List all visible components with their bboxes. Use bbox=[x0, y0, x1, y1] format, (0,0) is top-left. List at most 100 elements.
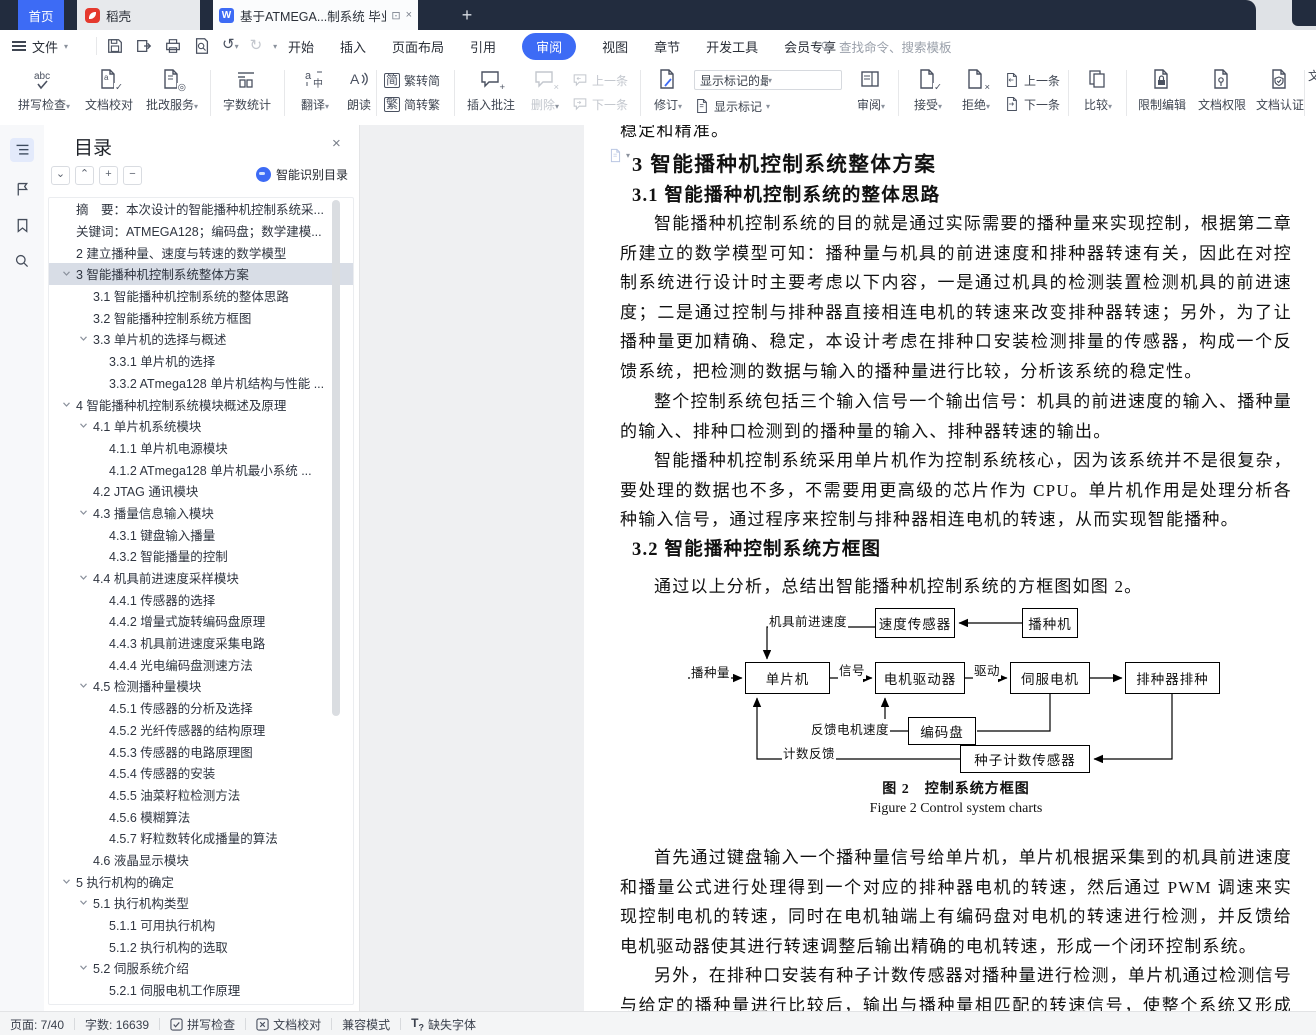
tab-document[interactable]: W 基于ATMEGA...制系统 毕业论文 ⊡ × bbox=[213, 0, 418, 30]
toc-item[interactable]: 4.4.4 光电编码盘测速方法 bbox=[49, 653, 353, 675]
new-tab-button[interactable]: + bbox=[455, 3, 479, 27]
read-aloud-button[interactable]: A 朗读 bbox=[340, 67, 378, 113]
missing-font-warning[interactable]: T? 缺失字体 bbox=[411, 1016, 476, 1033]
toc-item[interactable]: 4.4 机具前进速度采样模块 bbox=[49, 567, 353, 589]
toc-item[interactable]: 5.2.1 伺服电机工作原理 bbox=[49, 979, 353, 1001]
present-icon[interactable]: ⊡ bbox=[391, 9, 400, 22]
print-icon[interactable] bbox=[164, 37, 182, 55]
doc-certify-button[interactable]: 文档认证 bbox=[1252, 67, 1308, 113]
tab-review[interactable]: 审阅 bbox=[522, 32, 577, 60]
review-flag-button[interactable] bbox=[10, 177, 34, 201]
toc-item[interactable]: 4.3 播量信息输入模块 bbox=[49, 502, 353, 524]
redo-icon[interactable]: ↻ bbox=[250, 37, 263, 55]
toc-item[interactable]: 4.4.2 增量式旋转编码盘原理 bbox=[49, 610, 353, 632]
accept-change-button[interactable]: ✓ 接受▾ bbox=[906, 67, 950, 113]
toc-item[interactable]: 4.1.2 ATmega128 单片机最小系统 ... bbox=[49, 458, 353, 480]
toc-item[interactable]: 5.1.2 执行机构的选取 bbox=[49, 935, 353, 957]
toc-scrollbar-thumb[interactable] bbox=[332, 200, 340, 716]
word-count-indicator[interactable]: 字数: 16639 bbox=[85, 1016, 149, 1033]
toc-item[interactable]: 4.5.3 传感器的电路原理图 bbox=[49, 740, 353, 762]
doc-permission-button[interactable]: 文档权限 bbox=[1194, 67, 1250, 113]
toc-item[interactable]: 3.3 单片机的选择与概述 bbox=[49, 328, 353, 350]
tab-insert[interactable]: 插入 bbox=[340, 37, 366, 56]
toc-item[interactable]: 5 执行机构的确定 bbox=[49, 870, 353, 892]
tab-start[interactable]: 开始 bbox=[288, 37, 314, 56]
reject-change-button[interactable]: × 拒绝▾ bbox=[954, 67, 998, 113]
toc-item[interactable]: 摘 要：本次设计的智能播种机控制系统采... bbox=[49, 198, 353, 220]
toc-item[interactable]: 4.4.1 传感器的选择 bbox=[49, 588, 353, 610]
export-icon[interactable] bbox=[135, 37, 153, 55]
toc-item[interactable]: 4.3.2 智能播量的控制 bbox=[49, 545, 353, 567]
toc-item[interactable]: 4.5.7 籽粒数转化成播量的算法 bbox=[49, 827, 353, 849]
command-search[interactable]: 查找命令、搜索模板 bbox=[820, 30, 952, 62]
customize-toolbar-icon[interactable]: ▾ bbox=[273, 42, 277, 51]
toc-item[interactable]: 3.2 智能播种控制系统方框图 bbox=[49, 306, 353, 328]
toc-pane-button[interactable] bbox=[10, 138, 34, 162]
track-changes-button[interactable]: 修订▾ bbox=[648, 67, 688, 113]
file-menu-button[interactable]: 文件 ▾ bbox=[12, 30, 68, 62]
restrict-editing-button[interactable]: 限制编辑 bbox=[1134, 67, 1190, 113]
collapse-all-button[interactable]: ⌃ bbox=[75, 166, 94, 185]
toc-item[interactable]: 4.1 单片机系统模块 bbox=[49, 415, 353, 437]
word-count-button[interactable]: 字数统计 bbox=[218, 67, 276, 113]
clipped-ribbon-item[interactable]: 文 bbox=[1308, 67, 1316, 84]
tab-home[interactable]: 首页 bbox=[18, 0, 64, 30]
toc-item[interactable]: 4.6 液晶显示模块 bbox=[49, 849, 353, 871]
undo-icon[interactable]: ↺▾ bbox=[222, 36, 239, 56]
doc-proof-button[interactable]: a ✓ 文档校对 bbox=[80, 67, 138, 113]
toc-item[interactable]: 5.2 伺服系统介绍 bbox=[49, 957, 353, 979]
toc-item[interactable]: 4 智能播种机控制系统模块概述及原理 bbox=[49, 393, 353, 415]
simplified-to-traditional-button[interactable]: 繁简转繁 bbox=[384, 94, 440, 114]
traditional-to-simplified-button[interactable]: 简繁转简 bbox=[384, 70, 440, 90]
prev-change-button[interactable]: 上一条 bbox=[1004, 70, 1060, 90]
toc-item[interactable]: 4.5.2 光纤传感器的结构原理 bbox=[49, 719, 353, 741]
toc-item[interactable]: 4.3.1 键盘输入播量 bbox=[49, 523, 353, 545]
toc-item[interactable]: 3 智能播种机控制系统整体方案 bbox=[49, 263, 353, 285]
toc-item[interactable]: 5.1.1 可用执行机构 bbox=[49, 914, 353, 936]
grading-service-button[interactable]: ◎ 批改服务▾ bbox=[140, 67, 204, 113]
toc-item[interactable]: 4.5.5 油菜籽粒检测方法 bbox=[49, 784, 353, 806]
toc-item[interactable]: 4.5 检测播种量模块 bbox=[49, 675, 353, 697]
tab-page-layout[interactable]: 页面布局 bbox=[392, 37, 444, 56]
toc-item[interactable]: 4.5.4 传感器的安装 bbox=[49, 762, 353, 784]
review-pane-button[interactable]: 审阅▾ bbox=[848, 67, 894, 113]
document-page[interactable]: ▾ 稳定和精准。 3 智能播种机控制系统整体方案 3.1 智能播种机控制系统的整… bbox=[584, 125, 1316, 1011]
close-icon[interactable]: × bbox=[332, 135, 341, 152]
toc-item[interactable]: 3.3.2 ATmega128 单片机结构与性能 ... bbox=[49, 372, 353, 394]
save-icon[interactable] bbox=[106, 37, 124, 55]
expand-all-button[interactable]: ⌄ bbox=[51, 166, 70, 185]
insert-comment-button[interactable]: + 插入批注 bbox=[462, 67, 520, 113]
toc-item[interactable]: 2 建立播种量、速度与转速的数学模型 bbox=[49, 241, 353, 263]
paragraph-nav-widget[interactable]: ▾ bbox=[608, 147, 630, 164]
spell-check-button[interactable]: abc 拼写检查▾ bbox=[12, 67, 76, 113]
find-pane-button[interactable] bbox=[10, 249, 34, 273]
toc-item[interactable]: 5.1 执行机构类型 bbox=[49, 892, 353, 914]
next-comment-button[interactable]: 下一条 bbox=[572, 94, 628, 114]
delete-comment-button[interactable]: × 删除▾ bbox=[524, 67, 566, 113]
toc-item[interactable]: 3.1 智能播种机控制系统的整体思路 bbox=[49, 285, 353, 307]
tab-docer[interactable]: 稻壳 bbox=[77, 0, 200, 30]
tab-view[interactable]: 视图 bbox=[602, 37, 628, 56]
smart-toc-button[interactable]: 智能识别目录 bbox=[256, 166, 348, 183]
toc-item[interactable]: 4.1.1 单片机电源模块 bbox=[49, 437, 353, 459]
toc-item[interactable]: 4.5.1 传感器的分析及选择 bbox=[49, 697, 353, 719]
zoom-in-button[interactable]: + bbox=[99, 166, 118, 185]
next-change-button[interactable]: 下一条 bbox=[1004, 94, 1060, 114]
toc-item[interactable]: 关键词：ATMEGA128；编码盘；数学建模... bbox=[49, 220, 353, 242]
toc-item[interactable]: 4.2 JTAG 通讯模块 bbox=[49, 480, 353, 502]
close-tab-icon[interactable]: × bbox=[406, 9, 412, 21]
tab-section[interactable]: 章节 bbox=[654, 37, 680, 56]
toc-item[interactable]: 4.4.3 机具前进速度采集电路 bbox=[49, 632, 353, 654]
bookmark-pane-button[interactable] bbox=[10, 213, 34, 237]
zoom-out-button[interactable]: − bbox=[123, 166, 142, 185]
page-indicator[interactable]: 页面: 7/40 bbox=[10, 1016, 64, 1033]
doc-proof-status[interactable]: 文档校对 bbox=[256, 1016, 321, 1033]
display-for-review-dropdown[interactable]: 显示标记的最终状态▾ bbox=[694, 70, 842, 90]
prev-comment-button[interactable]: 上一条 bbox=[572, 70, 628, 90]
toc-item[interactable]: 4.5.6 模糊算法 bbox=[49, 805, 353, 827]
tab-references[interactable]: 引用 bbox=[470, 37, 496, 56]
print-preview-icon[interactable] bbox=[193, 37, 211, 55]
show-markup-button[interactable]: 显示标记 ▾ bbox=[694, 96, 842, 116]
translate-button[interactable]: a中 翻译▾ bbox=[292, 67, 338, 113]
toc-item[interactable]: 3.3.1 单片机的选择 bbox=[49, 350, 353, 372]
